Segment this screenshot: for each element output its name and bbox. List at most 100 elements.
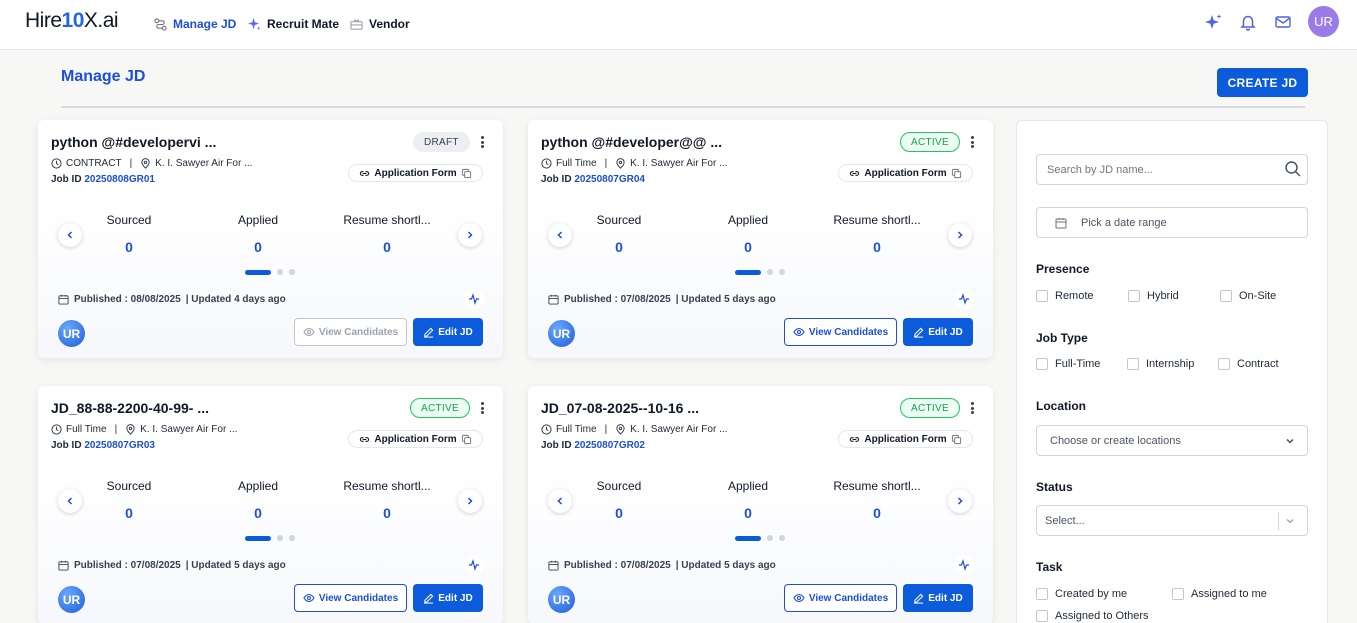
jd-card[interactable]: python @#developervi ... DRAFT CONTRACT | K.… <box>38 120 503 358</box>
updated-info: | Updated 5 days ago <box>675 560 776 571</box>
search-icon[interactable] <box>1284 160 1302 178</box>
location-select[interactable]: Choose or create locations <box>1036 425 1308 456</box>
more-options-icon[interactable] <box>476 400 488 416</box>
more-options-icon[interactable] <box>966 134 978 150</box>
logo[interactable]: Hire10X.ai <box>25 9 119 33</box>
carousel-dot-active[interactable] <box>735 535 761 541</box>
jd-card[interactable]: python @#developer@@ ... ACTIVE Full Time |… <box>528 120 993 358</box>
owner-avatar[interactable]: UR <box>58 586 85 613</box>
carousel-next-button[interactable] <box>458 489 482 513</box>
header-divider <box>61 106 1305 108</box>
copy-icon[interactable] <box>951 168 962 179</box>
nav-vendor-label: Vendor <box>369 17 410 31</box>
carousel-dot[interactable] <box>779 535 785 541</box>
messages-icon[interactable] <box>1272 11 1294 33</box>
checkbox-box[interactable] <box>1036 588 1048 600</box>
job-id-label: Job ID <box>51 174 82 185</box>
jd-title[interactable]: python @#developer@@ ... <box>541 134 722 150</box>
checkbox-box[interactable] <box>1036 358 1048 370</box>
job-id-value[interactable]: 20250807GR03 <box>84 440 155 451</box>
jobtype-contract-checkbox[interactable]: Contract <box>1218 358 1279 370</box>
carousel-dot[interactable] <box>277 269 283 275</box>
chevron-right-icon <box>467 497 473 505</box>
stat-value: 0 <box>873 239 881 255</box>
checkbox-box[interactable] <box>1036 610 1048 622</box>
view-candidates-button[interactable]: View Candidates <box>294 584 407 612</box>
bell-icon[interactable] <box>1237 11 1259 33</box>
edit-jd-button[interactable]: Edit JD <box>413 584 483 612</box>
create-jd-button[interactable]: CREATE JD <box>1217 68 1308 97</box>
application-form-chip[interactable]: Application Form <box>838 430 973 448</box>
view-candidates-button[interactable]: View Candidates <box>294 318 407 346</box>
carousel-dot[interactable] <box>779 269 785 275</box>
jd-title[interactable]: python @#developervi ... <box>51 134 216 150</box>
edit-jd-button[interactable]: Edit JD <box>903 584 973 612</box>
application-form-chip[interactable]: Application Form <box>838 164 973 182</box>
more-options-icon[interactable] <box>966 400 978 416</box>
copy-icon[interactable] <box>951 434 962 445</box>
presence-onsite-checkbox[interactable]: On-Site <box>1220 290 1276 302</box>
carousel-dot[interactable] <box>289 535 295 541</box>
checkbox-box[interactable] <box>1218 358 1230 370</box>
nav-recruit-mate[interactable]: Recruit Mate <box>248 14 339 34</box>
jd-meta: CONTRACT | K. I. Sawyer Air For ... <box>51 158 252 169</box>
job-id: Job ID 20250807GR04 <box>541 174 645 185</box>
logo-text-right: X.ai <box>83 9 119 32</box>
carousel-dot-active[interactable] <box>245 269 271 275</box>
carousel-dot-active[interactable] <box>245 535 271 541</box>
date-range-picker[interactable]: Pick a date range <box>1036 207 1308 238</box>
edit-jd-button[interactable]: Edit JD <box>903 318 973 346</box>
activity-icon[interactable] <box>464 555 484 575</box>
jd-title[interactable]: JD_88-88-2200-40-99- ... <box>51 400 209 416</box>
application-form-chip[interactable]: Application Form <box>348 164 483 182</box>
activity-icon[interactable] <box>464 289 484 309</box>
owner-avatar[interactable]: UR <box>58 320 85 347</box>
job-id-value[interactable]: 20250808GR01 <box>84 174 155 185</box>
carousel-next-button[interactable] <box>948 223 972 247</box>
owner-avatar[interactable]: UR <box>548 586 575 613</box>
edit-jd-button[interactable]: Edit JD <box>413 318 483 346</box>
carousel-dot[interactable] <box>277 535 283 541</box>
task-created-by-me-checkbox[interactable]: Created by me <box>1036 588 1127 600</box>
stat-value: 0 <box>254 505 262 521</box>
owner-avatar[interactable]: UR <box>548 320 575 347</box>
jd-card[interactable]: JD_07-08-2025--10-16 ... ACTIVE Full Time |… <box>528 386 993 623</box>
more-options-icon[interactable] <box>476 134 488 150</box>
jd-card[interactable]: JD_88-88-2200-40-99- ... ACTIVE Full Time |… <box>38 386 503 623</box>
checkbox-box[interactable] <box>1220 290 1232 302</box>
user-avatar[interactable]: UR <box>1308 6 1339 37</box>
task-assigned-to-me-checkbox[interactable]: Assigned to me <box>1172 588 1267 600</box>
checkbox-box[interactable] <box>1172 588 1184 600</box>
presence-hybrid-checkbox[interactable]: Hybrid <box>1128 290 1179 302</box>
view-candidates-button[interactable]: View Candidates <box>784 584 897 612</box>
carousel-next-button[interactable] <box>948 489 972 513</box>
copy-icon[interactable] <box>461 434 472 445</box>
jobtype-fulltime-checkbox[interactable]: Full-Time <box>1036 358 1100 370</box>
jd-title[interactable]: JD_07-08-2025--10-16 ... <box>541 400 699 416</box>
carousel-next-button[interactable] <box>458 223 482 247</box>
jobtype-internship-checkbox[interactable]: Internship <box>1127 358 1194 370</box>
carousel-dot[interactable] <box>767 269 773 275</box>
checkbox-box[interactable] <box>1127 358 1139 370</box>
checkbox-box[interactable] <box>1036 290 1048 302</box>
link-icon <box>850 170 860 176</box>
activity-icon[interactable] <box>954 555 974 575</box>
job-id-value[interactable]: 20250807GR02 <box>574 440 645 451</box>
nav-vendor[interactable]: Vendor <box>350 14 410 34</box>
checkbox-box[interactable] <box>1128 290 1140 302</box>
activity-icon[interactable] <box>954 289 974 309</box>
ai-sparkle-icon[interactable] <box>1203 11 1225 33</box>
carousel-dot-active[interactable] <box>735 269 761 275</box>
view-candidates-button[interactable]: View Candidates <box>784 318 897 346</box>
job-id-value[interactable]: 20250807GR04 <box>574 174 645 185</box>
application-form-chip[interactable]: Application Form <box>348 430 483 448</box>
carousel-dot[interactable] <box>767 535 773 541</box>
status-select[interactable]: Select... <box>1036 505 1308 536</box>
presence-remote-checkbox[interactable]: Remote <box>1036 290 1094 302</box>
carousel-dot[interactable] <box>289 269 295 275</box>
nav-manage-jd[interactable]: Manage JD <box>154 14 236 34</box>
task-assigned-to-others-checkbox[interactable]: Assigned to Others <box>1036 610 1149 622</box>
copy-icon[interactable] <box>461 168 472 179</box>
nav-manage-jd-label: Manage JD <box>173 17 237 31</box>
search-input[interactable] <box>1036 154 1308 185</box>
